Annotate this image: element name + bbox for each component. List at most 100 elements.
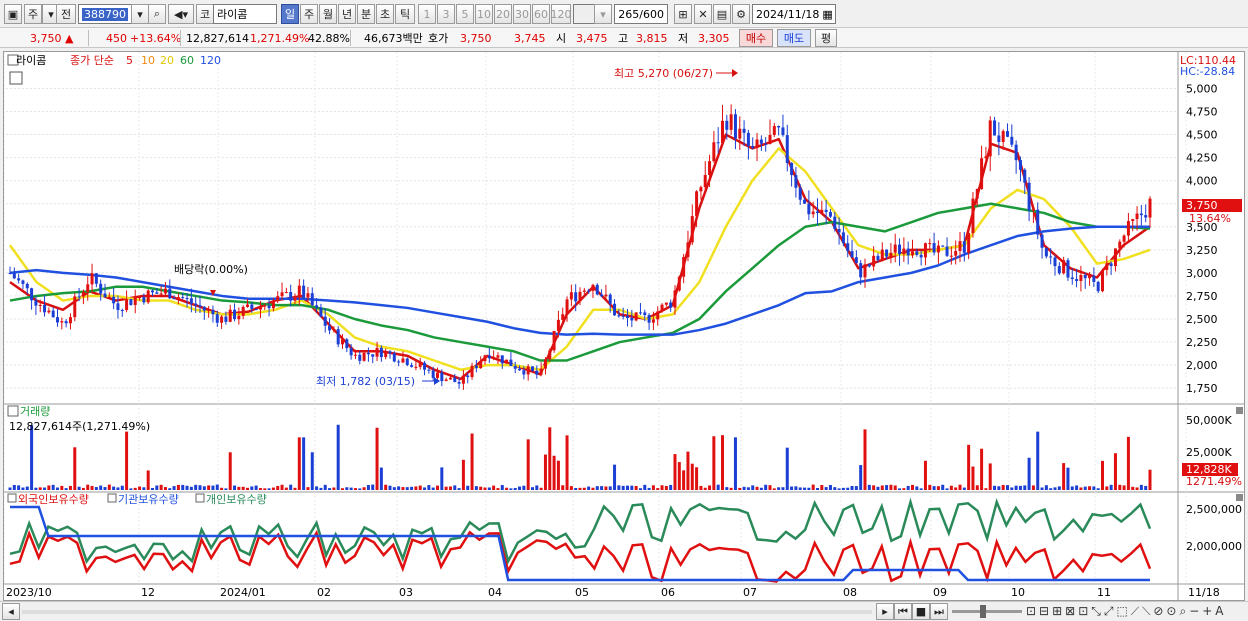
interval-120-button[interactable]: 120 <box>551 4 572 24</box>
candle-body <box>699 187 703 192</box>
interval-5-button[interactable]: 5 <box>456 4 474 24</box>
volume-legend-box-icon[interactable] <box>7 405 19 417</box>
settings-icon[interactable]: ⚙ <box>732 4 750 24</box>
candle-body <box>746 132 750 146</box>
holder-close-icon[interactable] <box>1236 494 1243 501</box>
volume-bar <box>353 488 357 490</box>
chart-area[interactable]: 1,750 2,000 2,250 2,500 2,750 3,000 3,250 3,500… <box>3 51 1245 601</box>
date-field[interactable]: 2024/11/18 ▦ <box>752 4 836 24</box>
volume-bar <box>276 485 280 490</box>
hc-label: HC:-28.84 <box>1180 65 1235 78</box>
volume-bar <box>310 452 314 490</box>
data-count-field[interactable]: 265/600 <box>614 4 668 24</box>
main-toolbar: ▣ 주 ▾ 전 388790 ▾ ⌕ ◀▾ 코 라이콤 일 주 월 년 분 초 … <box>0 0 1248 28</box>
volume-bar <box>656 488 660 490</box>
volume-bar <box>526 439 530 490</box>
period-year-button[interactable]: 년 <box>338 4 356 24</box>
code-dropdown-icon[interactable]: ▾ <box>131 4 149 24</box>
last-icon[interactable]: ⏭ <box>930 603 948 620</box>
volume-bar <box>176 484 180 490</box>
holder-legend-box-icon[interactable] <box>7 493 17 503</box>
candle-body <box>565 299 569 315</box>
candle-body <box>1088 275 1092 279</box>
scroll-left-icon[interactable]: ◂ <box>2 603 20 620</box>
volume-bar <box>630 485 634 490</box>
stock-chart-svg[interactable]: 1,7502,0002,2502,5002,7503,0003,2503,500… <box>3 52 1244 600</box>
search-icon[interactable]: ⌕ <box>148 4 166 24</box>
candle-body <box>962 241 966 253</box>
calculator-icon[interactable] <box>9 71 23 85</box>
save-icon[interactable]: ▤ <box>713 4 731 24</box>
turnover-rate: 42.88% <box>308 31 350 45</box>
candle-body <box>785 135 789 163</box>
interval-dropdown-icon[interactable]: ▾ <box>594 4 612 24</box>
period-minute-button[interactable]: 분 <box>357 4 375 24</box>
candle-body <box>716 142 720 144</box>
interval-30-button[interactable]: 30 <box>513 4 531 24</box>
first-icon[interactable]: ⏮ <box>894 603 912 620</box>
candle-body <box>353 354 357 356</box>
scroll-right-icon[interactable]: ▸ <box>876 603 894 620</box>
volume-bar <box>60 485 64 490</box>
volume-bar <box>466 485 470 490</box>
candle-body <box>721 120 724 143</box>
stop-icon[interactable]: ■ <box>912 603 930 620</box>
volume-bar <box>457 488 461 490</box>
market-button[interactable]: 주 <box>24 4 42 24</box>
volume-bar <box>755 486 759 490</box>
zoom-slider-thumb[interactable] <box>980 605 986 618</box>
bid-price: 3,745 <box>514 31 546 45</box>
volume-bar <box>289 484 293 490</box>
volume-bar <box>915 486 919 490</box>
period-month-button[interactable]: 월 <box>319 4 337 24</box>
period-second-button[interactable]: 초 <box>376 4 394 24</box>
interval-3-button[interactable]: 3 <box>437 4 455 24</box>
volume-bar <box>138 486 142 490</box>
x-label-2023-10: 2023/10 <box>6 586 52 599</box>
interval-20-button[interactable]: 20 <box>494 4 512 24</box>
volume-bar <box>483 487 487 490</box>
period-week-button[interactable]: 주 <box>300 4 318 24</box>
volume-bar <box>548 427 552 490</box>
candle-body <box>1144 215 1148 218</box>
volume-title: 거래량 <box>20 405 50 418</box>
speaker-icon[interactable]: ◀▾ <box>168 4 194 24</box>
zoom-slider[interactable] <box>952 610 1022 613</box>
stock-code-field[interactable]: 388790 <box>78 4 138 24</box>
evaluate-button[interactable]: 평 <box>815 29 837 47</box>
candle-body <box>902 248 906 255</box>
volume-bar <box>742 486 746 490</box>
period-day-button[interactable]: 일 <box>281 4 299 24</box>
candle-body <box>116 303 120 311</box>
volume-close-icon[interactable] <box>1236 407 1243 414</box>
candle-body <box>375 347 379 357</box>
drawing-tools-icons[interactable]: ⊡⊟⊞⊠⊡⤡⤢⬚⟋⟍⊘⊙⌕−+A <box>1026 604 1227 619</box>
volume-bar <box>448 486 452 490</box>
candle-body <box>569 292 573 300</box>
volume-bar <box>233 485 237 490</box>
candle-body <box>919 254 923 258</box>
chart-type-icon[interactable]: ⊞ <box>674 4 692 24</box>
volume-bar <box>189 486 193 490</box>
interval-1-button[interactable]: 1 <box>418 4 436 24</box>
window-menu-icon[interactable]: ▣ <box>4 4 22 24</box>
candle-body <box>310 293 314 306</box>
cross-hair-icon[interactable]: ✕ <box>694 4 712 24</box>
legend-ma-20: 20 <box>160 54 174 67</box>
period-tick-button[interactable]: 틱 <box>395 4 415 24</box>
sell-button[interactable]: 매도 <box>777 29 811 47</box>
stock-name-field[interactable]: 라이콤 <box>213 4 277 24</box>
volume-bar <box>323 484 327 490</box>
calendar-icon[interactable]: ▦ <box>822 8 832 21</box>
volume-bar <box>608 486 612 490</box>
volume-bar <box>1096 488 1100 490</box>
prefix-button[interactable]: 전 <box>56 4 76 24</box>
volume-bar <box>850 485 854 490</box>
scroll-track[interactable] <box>22 610 872 614</box>
candle-body <box>824 209 828 212</box>
interval-10-button[interactable]: 10 <box>475 4 493 24</box>
candle-body <box>388 351 392 354</box>
buy-button[interactable]: 매수 <box>739 29 773 47</box>
interval-60-button[interactable]: 60 <box>532 4 550 24</box>
volume-bar <box>21 487 25 490</box>
